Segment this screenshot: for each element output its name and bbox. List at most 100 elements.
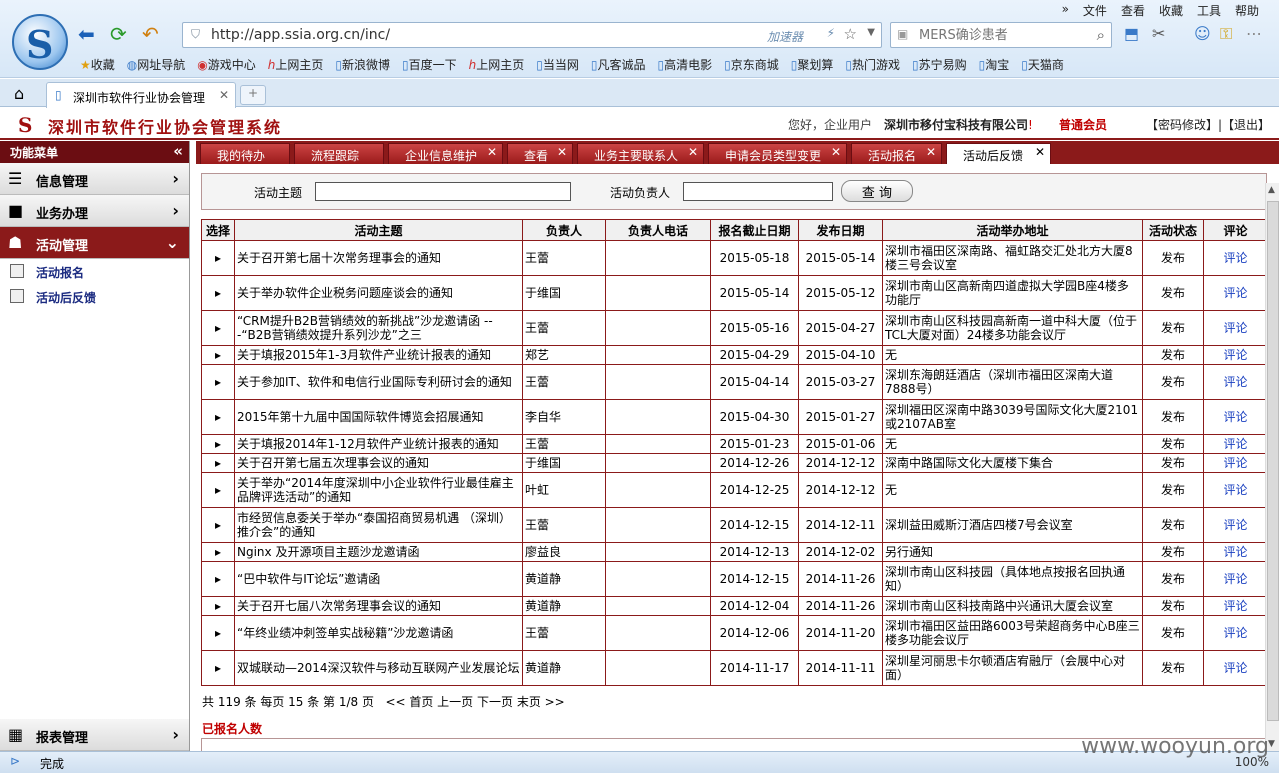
menu-tools[interactable]: 工具 [1197,2,1221,19]
tab-todo[interactable]: 我的待办 [200,143,290,164]
row-select-icon[interactable]: ▸ [201,453,235,473]
fav-item[interactable]: ▯聚划算 [791,56,834,73]
search-input[interactable] [919,26,1079,44]
row-select-icon[interactable]: ▸ [201,240,235,276]
tab-view[interactable]: 查看 ✕ [507,143,573,164]
comment-link[interactable]: 评论 [1203,345,1268,365]
tab-process[interactable]: 流程跟踪 [294,143,384,164]
scissors-icon[interactable]: ✂ [1152,24,1165,43]
tab-activity-feedback[interactable]: 活动后反馈 ✕ [946,143,1051,164]
menu-more[interactable]: » [1062,2,1069,19]
key-icon[interactable]: ⚿ [1220,24,1232,44]
close-icon[interactable]: ✕ [688,145,698,159]
fav-item[interactable]: ▯百度一下 [402,56,457,73]
comment-link[interactable]: 评论 [1223,321,1247,335]
account-links[interactable]: 【密码修改】|【退出】 [1146,116,1270,133]
comment-link[interactable]: 评论 [1223,251,1247,265]
comment-link[interactable]: 评论 [1223,518,1247,532]
table-row[interactable]: ▸ 关于参加IT、软件和电信行业国际专利研讨会的通知 王蕾 2015-04-14 201… [201,364,1268,400]
table-row[interactable]: ▸ 关于召开第七届十次常务理事会的通知 王蕾 2015-05-18 2015-05-14… [201,240,1268,276]
close-icon[interactable]: ✕ [831,145,841,159]
scrollbar[interactable]: ▲ ▼ [1265,183,1279,751]
more-icon[interactable]: ⋯ [1246,24,1262,43]
row-select-icon[interactable]: ▸ [201,650,235,686]
search-icon[interactable]: ⌕ [1097,26,1105,44]
query-button[interactable]: 查 询 [841,180,913,202]
fav-item[interactable]: h上网主页 [469,56,525,73]
fav-item[interactable]: ▯凡客诚品 [591,56,646,73]
dropdown-icon[interactable]: ▼ [867,27,875,38]
tools-icon[interactable]: ⬒ [1124,24,1139,43]
comment-link[interactable]: 评论 [1203,596,1268,616]
table-row[interactable]: ▸ 双城联动—2014深汉软件与移动互联网产业发展论坛 黄道静 2014-11-17 2… [201,650,1268,686]
table-row[interactable]: ▸ 关于召开第七届五次理事会议的通知 于维国 2014-12-26 2014-12-12… [201,453,1268,473]
sidebar-item-activity-signup[interactable]: 活动报名 [0,259,189,284]
fav-item[interactable]: ▯苏宁易购 [912,56,967,73]
close-icon[interactable]: ✕ [487,145,497,159]
address-text[interactable]: http://app.ssia.org.cn/inc/ [211,27,390,43]
sidebar-group-activity[interactable]: ☗ 活动管理 ⌄ [0,227,189,259]
table-row[interactable]: ▸ “年终业绩冲刺签单实战秘籍”沙龙邀请函 王蕾 2014-12-06 2014-11-… [201,615,1268,651]
comment-link[interactable]: 评论 [1203,399,1268,435]
fav-item[interactable]: ▯天猫商 [1021,56,1064,73]
row-select-icon[interactable]: ▸ [201,472,235,508]
comment-link[interactable]: 评论 [1203,310,1268,346]
row-select-icon[interactable]: ▸ [201,434,235,454]
comment-link[interactable]: 评论 [1203,472,1268,508]
table-row[interactable]: ▸ 关于举办“2014年度深圳中小企业软件行业最佳雇主品牌评选活动”的通知 叶虹 20… [201,472,1268,508]
row-select-icon[interactable]: ▸ [201,364,235,400]
fav-item[interactable]: ▯高清电影 [658,56,713,73]
fav-item[interactable]: ◍网址导航 [127,56,186,73]
close-icon[interactable]: ✕ [219,88,229,102]
menu-view[interactable]: 查看 [1121,2,1145,19]
back-icon[interactable]: ⬅ [78,24,95,44]
fav-item[interactable]: ◉游戏中心 [197,56,256,73]
fav-item[interactable]: ▯京东商城 [724,56,779,73]
address-bar[interactable]: ⛉ http://app.ssia.org.cn/inc/ 加速器 ⚡ ☆ ▼ [182,22,882,48]
comment-link[interactable]: 评论 [1203,615,1268,651]
comment-link[interactable]: 评论 [1203,507,1268,543]
row-select-icon[interactable]: ▸ [201,399,235,435]
scroll-up-icon[interactable]: ▲ [1268,185,1275,195]
comment-link[interactable]: 评论 [1223,348,1247,362]
comment-link[interactable]: 评论 [1223,456,1247,470]
fav-item[interactable]: ▯当当网 [536,56,579,73]
comment-link[interactable]: 评论 [1203,650,1268,686]
table-row[interactable]: ▸ 关于举办软件企业税务问题座谈会的通知 于维国 2015-05-14 2015-05-… [201,275,1268,311]
menu-favorites[interactable]: 收藏 [1159,2,1183,19]
comment-link[interactable]: 评论 [1223,410,1247,424]
table-row[interactable]: ▸ 市经贸信息委关于举办“泰国招商贸易机遇 （深圳）推介会”的通知 王蕾 2014-1… [201,507,1268,543]
row-select-icon[interactable]: ▸ [201,310,235,346]
fav-item[interactable]: ▯新浪微博 [335,56,390,73]
home-icon[interactable]: ⌂ [14,84,24,103]
fav-item[interactable]: ★收藏 [80,56,115,73]
fav-item[interactable]: h上网主页 [268,56,324,73]
browser-tab[interactable]: ▯ 深圳市软件行业协会管理 ✕ [46,82,236,108]
refresh-icon[interactable]: ⟳ [110,24,127,44]
lightning-icon[interactable]: ⚡ [827,26,835,40]
fav-item[interactable]: ▯热门游戏 [845,56,900,73]
owner-input[interactable] [683,182,833,201]
comment-link[interactable]: 评论 [1203,434,1268,454]
sidebar-group-business[interactable]: ■ 业务办理 › [0,195,189,227]
menu-file[interactable]: 文件 [1083,2,1107,19]
table-row[interactable]: ▸ 关于填报2014年1-12月软件产业统计报表的通知 王蕾 2015-01-23 20… [201,434,1268,454]
row-select-icon[interactable]: ▸ [201,596,235,616]
comment-link[interactable]: 评论 [1223,437,1247,451]
star-icon[interactable]: ☆ [844,25,857,43]
row-select-icon[interactable]: ▸ [201,507,235,543]
table-row[interactable]: ▸ 关于填报2015年1-3月软件产业统计报表的通知 郑艺 2015-04-29 201… [201,345,1268,365]
close-icon[interactable]: ✕ [1035,145,1045,159]
accelerator-label[interactable]: 加速器 [767,28,803,45]
table-row[interactable]: ▸ “巴中软件与IT论坛”邀请函 黄道静 2014-12-15 2014-11-26 深圳… [201,561,1268,597]
comment-link[interactable]: 评论 [1223,626,1247,640]
search-engine-icon[interactable]: ▣ [897,27,908,41]
table-row[interactable]: ▸ “CRM提升B2B营销绩效的新挑战”沙龙邀请函 ---“B2B营销绩效提升系列… [201,310,1268,346]
comment-link[interactable]: 评论 [1223,483,1247,497]
row-select-icon[interactable]: ▸ [201,345,235,365]
comment-link[interactable]: 评论 [1203,364,1268,400]
fav-item[interactable]: ▯淘宝 [979,56,1010,73]
row-select-icon[interactable]: ▸ [201,561,235,597]
comment-link[interactable]: 评论 [1223,599,1247,613]
new-tab-button[interactable]: + [240,85,266,105]
